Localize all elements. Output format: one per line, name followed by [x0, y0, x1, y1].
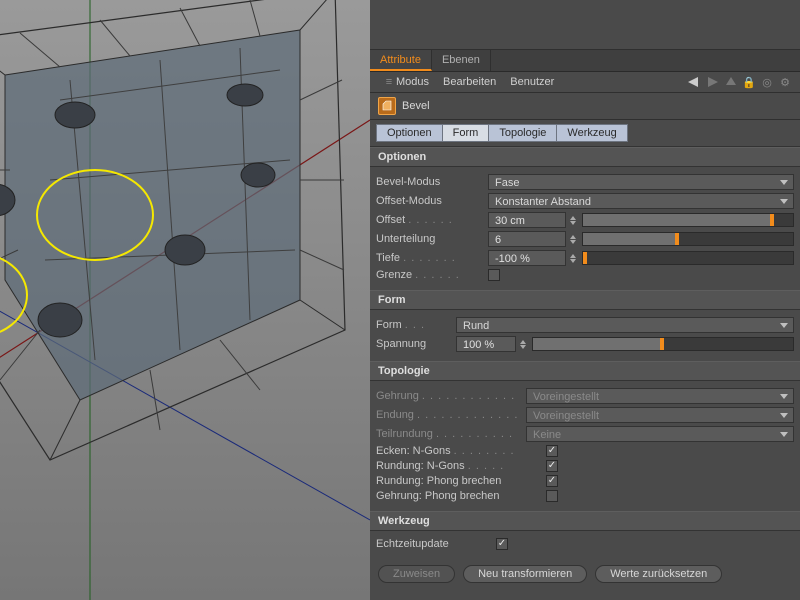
spinner-tension[interactable]: [520, 340, 528, 349]
checkbox-limit[interactable]: [488, 269, 500, 281]
menu-mode[interactable]: Modus: [396, 76, 429, 88]
sub-tabs: Optionen Form Topologie Werkzeug: [370, 120, 800, 147]
label-subdivision: Unterteilung: [376, 233, 488, 245]
menu-edit[interactable]: Bearbeiten: [443, 76, 496, 88]
section-form-header: Form: [370, 290, 800, 310]
label-limit: Grenze . . . . . .: [376, 269, 488, 281]
section-tool-header: Werkzeug: [370, 511, 800, 531]
tab-attribute[interactable]: Attribute: [370, 50, 432, 71]
spinner-offset[interactable]: [570, 216, 578, 225]
label-corners-ngons: Ecken: N-Gons . . . . . . . .: [376, 445, 546, 457]
gear-icon[interactable]: ⚙: [778, 75, 792, 89]
slider-offset[interactable]: [582, 213, 794, 227]
checkbox-realtime[interactable]: [496, 538, 508, 550]
checkbox-miter-phong[interactable]: [546, 490, 558, 502]
dropdown-offset-mode[interactable]: Konstanter Abstand: [488, 193, 794, 209]
nav-up-icon[interactable]: [724, 75, 738, 89]
subtab-options[interactable]: Optionen: [376, 124, 443, 142]
label-partial: Teilrundung . . . . . . . . . .: [376, 428, 526, 440]
tab-layers[interactable]: Ebenen: [432, 50, 491, 71]
section-topology: Gehrung . . . . . . . . . . . . Voreinge…: [370, 381, 800, 511]
attribute-panel: Attribute Ebenen ≡ Modus Bearbeiten Benu…: [370, 0, 800, 600]
label-ending: Endung . . . . . . . . . . . . .: [376, 409, 526, 421]
tool-buttons: Zuweisen Neu transformieren Werte zurück…: [370, 559, 800, 593]
subtab-tool[interactable]: Werkzeug: [557, 124, 627, 142]
nav-back-icon[interactable]: [688, 75, 702, 89]
checkbox-corners-ngons[interactable]: [546, 445, 558, 457]
button-reset[interactable]: Werte zurücksetzen: [595, 565, 722, 583]
panel-header-gap: [370, 0, 800, 50]
subtab-topology[interactable]: Topologie: [489, 124, 557, 142]
label-round-ngons: Rundung: N-Gons . . . . .: [376, 460, 546, 472]
label-depth: Tiefe . . . . . . .: [376, 252, 488, 264]
checkbox-round-phong[interactable]: [546, 475, 558, 487]
slider-depth[interactable]: [582, 251, 794, 265]
slider-subdivision[interactable]: [582, 232, 794, 246]
dropdown-bevel-mode[interactable]: Fase: [488, 174, 794, 190]
target-icon[interactable]: ◎: [760, 75, 774, 89]
dropdown-partial[interactable]: Keine: [526, 426, 794, 442]
menu-icon[interactable]: ≡: [382, 75, 396, 89]
section-options: Bevel-Modus Fase Offset-Modus Konstanter…: [370, 167, 800, 290]
bevel-icon: [378, 97, 396, 115]
label-offset: Offset . . . . . .: [376, 214, 488, 226]
label-round-phong: Rundung: Phong brechen: [376, 475, 546, 487]
button-retransform[interactable]: Neu transformieren: [463, 565, 587, 583]
object-header: Bevel: [370, 93, 800, 120]
panel-scroll: Optionen Bevel-Modus Fase Offset-Modus K…: [370, 147, 800, 600]
slider-tension[interactable]: [532, 337, 794, 351]
panel-menubar: ≡ Modus Bearbeiten Benutzer 🔒 ◎ ⚙: [370, 72, 800, 93]
checkbox-round-ngons[interactable]: [546, 460, 558, 472]
field-offset[interactable]: 30 cm: [488, 212, 566, 228]
dropdown-ending[interactable]: Voreingestellt: [526, 407, 794, 423]
section-options-header: Optionen: [370, 147, 800, 167]
menu-user[interactable]: Benutzer: [510, 76, 554, 88]
field-depth[interactable]: -100 %: [488, 250, 566, 266]
spinner-depth[interactable]: [570, 254, 578, 263]
dropdown-miter[interactable]: Voreingestellt: [526, 388, 794, 404]
section-form: Form . . . Rund Spannung 100 %: [370, 310, 800, 361]
label-bevel-mode: Bevel-Modus: [376, 176, 488, 188]
dropdown-shape[interactable]: Rund: [456, 317, 794, 333]
section-topology-header: Topologie: [370, 361, 800, 381]
subtab-form[interactable]: Form: [443, 124, 490, 142]
label-tension: Spannung: [376, 338, 456, 350]
label-realtime: Echtzeitupdate: [376, 538, 496, 550]
label-miter-phong: Gehrung: Phong brechen: [376, 490, 546, 502]
label-shape: Form . . .: [376, 319, 456, 331]
label-offset-mode: Offset-Modus: [376, 195, 488, 207]
app-root: Attribute Ebenen ≡ Modus Bearbeiten Benu…: [0, 0, 800, 600]
section-tool: Echtzeitupdate: [370, 531, 800, 559]
nav-fwd-icon[interactable]: [706, 75, 720, 89]
viewport-3d[interactable]: [0, 0, 370, 600]
spinner-subdivision[interactable]: [570, 235, 578, 244]
lock-icon[interactable]: 🔒: [742, 75, 756, 89]
field-tension[interactable]: 100 %: [456, 336, 516, 352]
label-miter: Gehrung . . . . . . . . . . . .: [376, 390, 526, 402]
field-subdivision[interactable]: 6: [488, 231, 566, 247]
object-name: Bevel: [402, 100, 430, 112]
button-assign[interactable]: Zuweisen: [378, 565, 455, 583]
panel-tabs: Attribute Ebenen: [370, 50, 800, 72]
